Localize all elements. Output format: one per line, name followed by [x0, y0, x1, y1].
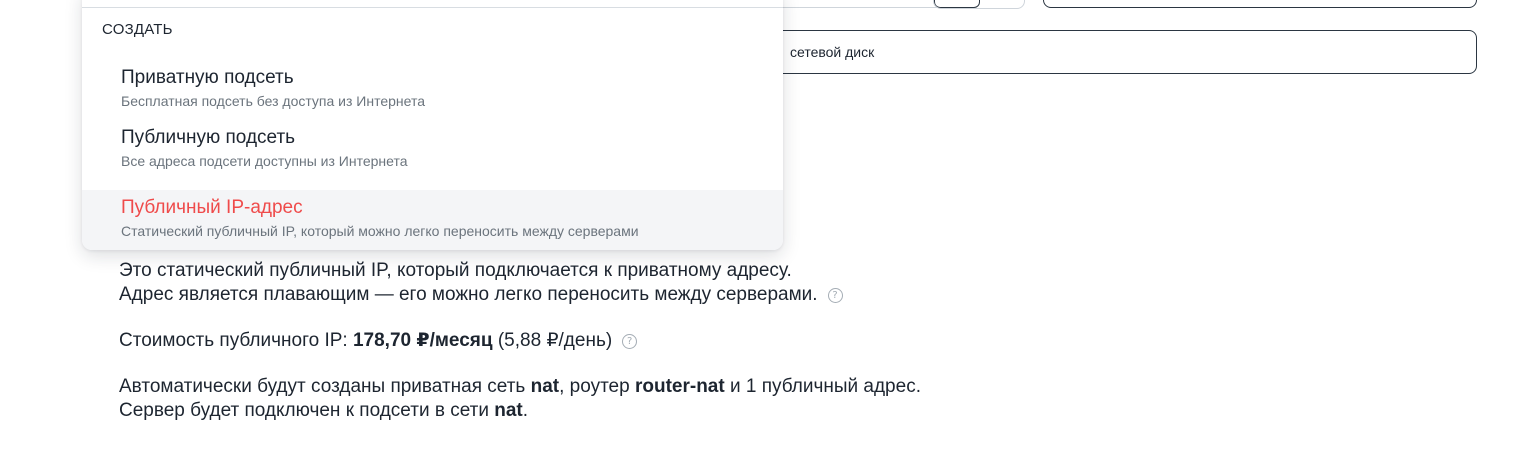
menu-item-description: Бесплатная подсеть без доступа из Интерн… [121, 93, 426, 109]
note-text: . [522, 400, 529, 421]
menu-item-public-subnet[interactable]: Публичную подсеть Все адреса подсети дос… [82, 126, 783, 186]
disk-select[interactable]: сетевой диск [700, 30, 1477, 74]
network-name: nat [494, 400, 523, 421]
price-label: Стоимость публичного IP: [119, 330, 353, 351]
router-name: router-nat [634, 376, 725, 397]
note-text: Сервер будет подключен к подсети в сети [119, 400, 495, 421]
section-label: СОЗДАТЬ [102, 21, 173, 38]
price-month: 178,70 ₽/месяц [352, 330, 493, 351]
segmented-control[interactable] [933, 0, 1025, 9]
note-text: , роутер [559, 376, 635, 397]
menu-item-description: Все адреса подсети доступны из Интернета [121, 153, 408, 169]
segment-option[interactable] [980, 0, 1024, 8]
select-field[interactable] [1043, 0, 1477, 8]
description-text: Адрес является плавающим — его можно лег… [119, 284, 818, 305]
divider [82, 7, 783, 8]
price-day: (5,88 ₽/день) [492, 330, 613, 351]
note-text: Автоматически будут созданы приватная се… [119, 376, 531, 397]
menu-item-title: Публичный IP-адрес [121, 197, 303, 218]
menu-item-private-subnet[interactable]: Приватную подсеть Бесплатная подсеть без… [82, 66, 783, 126]
auto-create-line: Автоматически будут созданы приватная се… [119, 375, 921, 399]
help-icon[interactable]: ? [622, 334, 638, 349]
auto-create-note: Автоматически будут созданы приватная се… [119, 375, 921, 423]
menu-item-title: Публичную подсеть [121, 127, 296, 148]
price-line: Стоимость публичного IP: 178,70 ₽/месяц … [119, 329, 638, 353]
public-ip-description: Это статический публичный IP, который по… [119, 259, 843, 307]
page: сетевой диск СОЗДАТЬ Приватную подсеть Б… [0, 0, 1525, 458]
help-icon[interactable]: ? [827, 288, 843, 303]
description-line: Адрес является плавающим — его можно лег… [119, 283, 843, 307]
menu-item-public-ip[interactable]: Публичный IP-адрес Статический публичный… [82, 190, 783, 250]
note-text: и 1 публичный адрес. [724, 376, 921, 397]
create-dropdown-menu: СОЗДАТЬ Приватную подсеть Бесплатная под… [82, 0, 783, 250]
network-name: nat [530, 376, 560, 397]
disk-select-value: сетевой диск [790, 44, 875, 60]
description-line: Это статический публичный IP, который по… [119, 260, 792, 281]
menu-item-description: Статический публичный IP, который можно … [121, 223, 639, 239]
menu-item-title: Приватную подсеть [121, 67, 294, 88]
segment-option[interactable] [934, 0, 980, 8]
server-connect-line: Сервер будет подключен к подсети в сети … [119, 399, 921, 423]
